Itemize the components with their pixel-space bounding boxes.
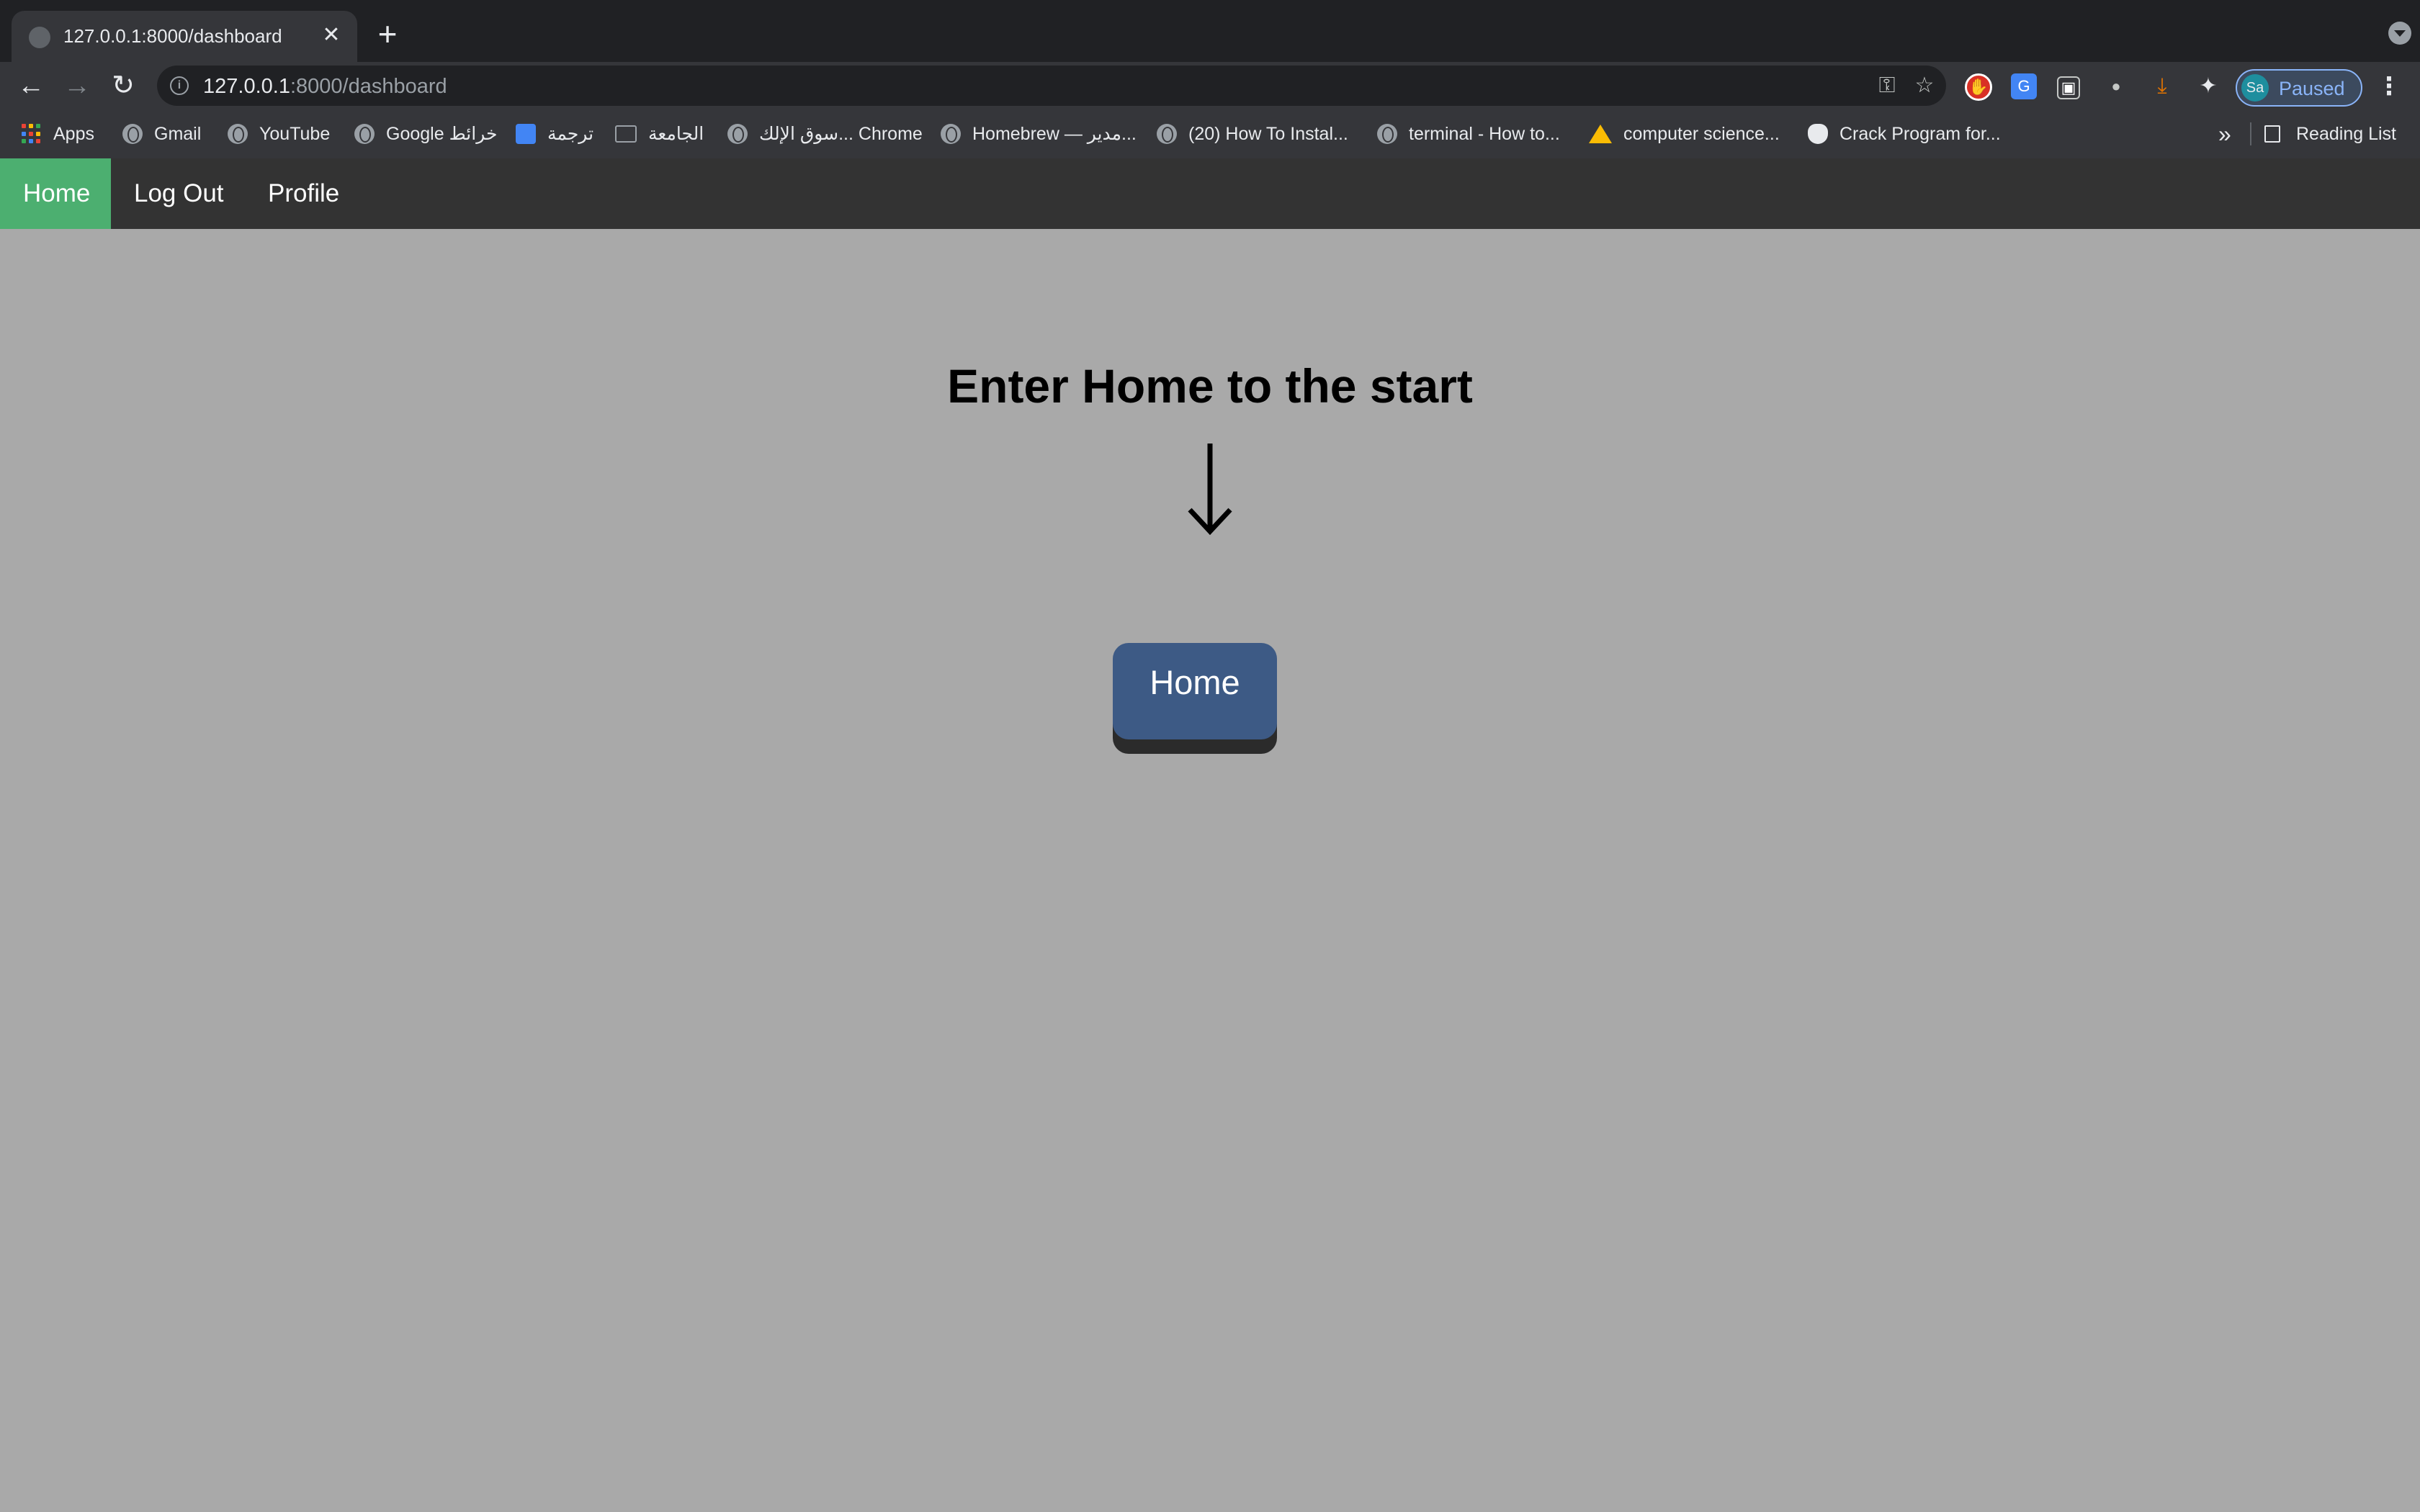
adblock-extension-icon[interactable]: ✋ (1965, 73, 1992, 101)
globe-icon (1157, 124, 1177, 144)
page-heading: Enter Home to the start (947, 359, 1473, 413)
bookmark-google-maps[interactable]: Google خرائط (354, 120, 497, 148)
address-bar[interactable]: i 127.0.0.1:8000/dashboard ⚿ ☆ (157, 66, 1946, 106)
globe-icon (122, 124, 143, 144)
browser-toolbar: ← → ↻ i 127.0.0.1:8000/dashboard ⚿ ☆ ✋ G… (0, 62, 2420, 109)
bookmark-how-to-install[interactable]: (20) How To Instal... (1157, 120, 1348, 148)
tab-title: 127.0.0.1:8000/dashboard (63, 25, 282, 47)
bookmark-homebrew[interactable]: Homebrew — مدير... (941, 120, 1137, 148)
folder-icon (615, 125, 637, 143)
nav-home[interactable]: Home (0, 158, 111, 229)
bookmark-apps[interactable]: Apps (22, 120, 94, 148)
globe-icon (228, 124, 248, 144)
back-icon[interactable]: ← (13, 68, 49, 104)
reading-list-icon (2264, 125, 2280, 143)
download-icon[interactable]: ⤓ (2149, 73, 2175, 99)
browser-tab-strip: 127.0.0.1:8000/dashboard ✕ + (0, 0, 2420, 62)
screenshot-extension-icon[interactable]: ▣ (2057, 76, 2080, 99)
bookmark-folder-university[interactable]: الجامعة (615, 120, 704, 148)
avatar: Sa (2241, 74, 2269, 102)
tab-close-icon[interactable]: ✕ (317, 21, 346, 50)
apps-grid-icon (22, 124, 42, 144)
url-text: 127.0.0.1:8000/dashboard (203, 75, 447, 98)
bookmark-terminal[interactable]: terminal - How to... (1377, 120, 1560, 148)
browser-tab[interactable]: 127.0.0.1:8000/dashboard ✕ (12, 11, 357, 62)
tab-search-icon[interactable] (2388, 22, 2411, 45)
tab-favicon-icon (29, 27, 50, 48)
browser-menu-icon[interactable]: ⋮ (2377, 72, 2401, 101)
globe-icon (941, 124, 961, 144)
translate-extension-icon[interactable]: G (2011, 73, 2037, 99)
nav-profile[interactable]: Profile (245, 158, 362, 229)
nav-log-out[interactable]: Log Out (111, 158, 247, 229)
bookmark-chrome-store[interactable]: سوق الإلك... Chrome (727, 120, 923, 148)
bookmark-crack-program[interactable]: Crack Program for... (1808, 120, 2001, 148)
reload-icon[interactable]: ↻ (105, 68, 141, 104)
forward-icon[interactable]: → (59, 68, 95, 104)
translate-icon (516, 124, 536, 144)
ghost-extension-icon[interactable]: ● (2103, 73, 2129, 99)
apple-icon (1808, 124, 1828, 144)
globe-icon (354, 124, 375, 144)
globe-icon (1377, 124, 1397, 144)
bookmark-gmail[interactable]: Gmail (122, 120, 201, 148)
site-info-icon[interactable]: i (170, 76, 189, 95)
bookmarks-overflow-icon[interactable]: » (2218, 120, 2231, 148)
bookmarks-bar: Apps Gmail YouTube Google خرائط ترجمة ال… (0, 109, 2420, 158)
drive-icon (1589, 125, 1612, 143)
reading-list-button[interactable]: Reading List (2264, 120, 2396, 148)
bookmarks-divider (2250, 122, 2251, 145)
key-icon[interactable]: ⚿ (1874, 73, 1900, 99)
arrow-down-icon (1188, 444, 1232, 536)
profile-button[interactable]: Sa Paused (2236, 69, 2362, 107)
globe-icon (727, 124, 748, 144)
bookmark-computer-science[interactable]: computer science... (1589, 120, 1780, 148)
extensions-puzzle-icon[interactable]: ✦ (2195, 73, 2221, 99)
home-button[interactable]: Home (1113, 643, 1277, 739)
new-tab-button[interactable]: + (370, 17, 405, 52)
bookmark-star-icon[interactable]: ☆ (1912, 73, 1937, 99)
site-navbar: Home Log Out Profile (0, 158, 2420, 229)
profile-status: Paused (2279, 78, 2345, 99)
bookmark-translate[interactable]: ترجمة (516, 120, 593, 148)
bookmark-youtube[interactable]: YouTube (228, 120, 330, 148)
